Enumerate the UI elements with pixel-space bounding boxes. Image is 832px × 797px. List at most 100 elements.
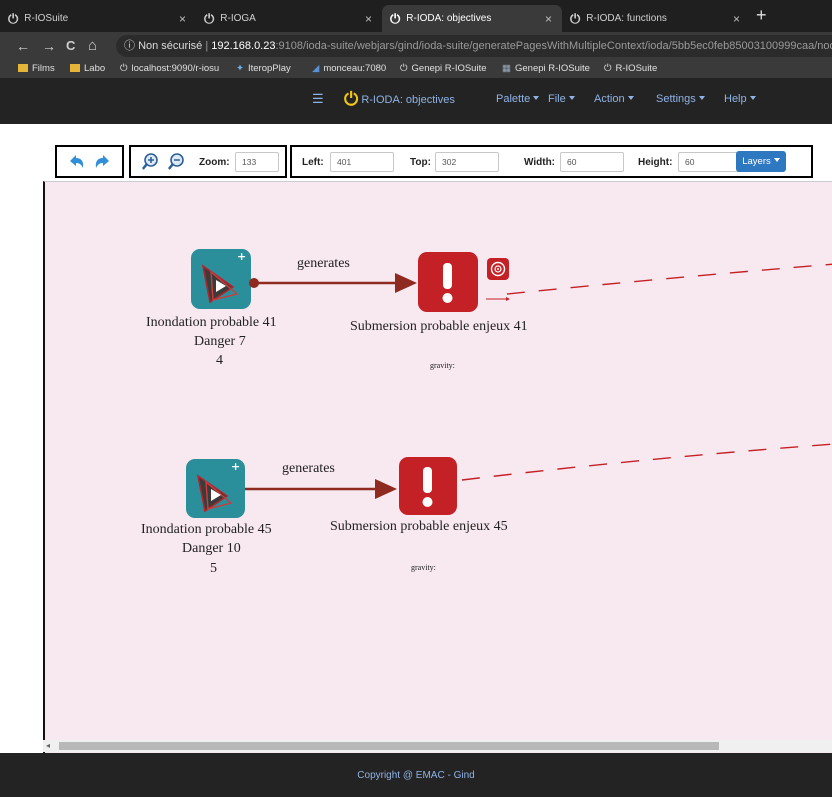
horizontal-scrollbar[interactable]: ◂ bbox=[43, 740, 832, 752]
menu-palette[interactable]: Palette bbox=[496, 93, 540, 105]
tab-r-ioda-functions[interactable]: ⏻ R-IODA: functions × bbox=[562, 5, 750, 32]
target-icon[interactable] bbox=[487, 258, 509, 280]
security-label: Non sécurisé bbox=[138, 40, 203, 52]
forward-button[interactable]: → bbox=[42, 36, 56, 56]
bookmark-localhost[interactable]: ⏻ localhost:9090/r-iosu bbox=[120, 61, 219, 77]
tab-title: R-IOSuite bbox=[24, 13, 69, 24]
info-icon[interactable]: ⓘ bbox=[124, 40, 135, 52]
gravity-label-2: gravity: bbox=[411, 563, 436, 572]
browser-tab-bar: ⏻ R-IOSuite × ⏻ R-IOGA × ⏻ R-IODA: objec… bbox=[0, 0, 832, 32]
diagram-canvas[interactable]: + + generates Inondation probable 41 Dan… bbox=[43, 181, 832, 753]
power-icon: ⏻ bbox=[120, 63, 128, 74]
layers-button[interactable]: Layers bbox=[736, 151, 786, 172]
url-host: 192.168.0.23 bbox=[211, 40, 276, 52]
redo-icon[interactable] bbox=[93, 152, 113, 172]
bookmark-iteropplay[interactable]: ✦ IteropPlay bbox=[236, 61, 291, 77]
tab-title: R-IODA: objectives bbox=[406, 13, 492, 24]
danger-node-2[interactable]: + bbox=[186, 459, 245, 518]
address-bar[interactable]: ⓘ Non sécurisé | 192.168.0.23:9108/ioda-… bbox=[116, 35, 832, 57]
image-icon: ▦ bbox=[502, 63, 511, 74]
width-label: Width: bbox=[524, 157, 556, 168]
edge-label-1: generates bbox=[297, 256, 350, 271]
folder-icon bbox=[70, 64, 80, 72]
bookmark-r-iosuite[interactable]: ⏻ R-IOSuite bbox=[604, 61, 657, 77]
danger-name-1: Inondation probable 41 bbox=[146, 315, 277, 330]
menu-file[interactable]: File bbox=[548, 93, 575, 105]
height-input[interactable]: 60 bbox=[678, 152, 742, 172]
power-icon: ⏻ bbox=[400, 63, 408, 74]
caret-down-icon bbox=[749, 96, 756, 100]
iteropplay-icon: ✦ bbox=[236, 63, 244, 74]
geometry-group: Left: 401 Top: 302 Width: 60 Height: 60 … bbox=[290, 145, 813, 178]
top-input[interactable]: 302 bbox=[435, 152, 499, 172]
zoom-input[interactable]: 133 bbox=[235, 152, 279, 172]
tab-r-iosuite[interactable]: ⏻ R-IOSuite × bbox=[0, 5, 196, 32]
footer: Copyright @ EMAC - Gind bbox=[0, 753, 832, 797]
target-name-1: Submersion probable enjeux 41 bbox=[350, 319, 528, 334]
power-icon: ⏻ bbox=[204, 10, 215, 26]
power-icon: ⏻ bbox=[604, 63, 612, 74]
menu-help[interactable]: Help bbox=[724, 93, 756, 105]
brand-link[interactable]: ⏻ R-IODA: objectives bbox=[344, 89, 455, 110]
tab-close-icon[interactable]: × bbox=[365, 12, 372, 26]
address-toolbar: ← → C ⌂ ⓘ Non sécurisé | 192.168.0.23:91… bbox=[0, 32, 832, 60]
power-icon: ⏻ bbox=[8, 10, 19, 26]
target-node-2[interactable] bbox=[399, 457, 457, 515]
bookmark-monceau[interactable]: ◢ monceau:7080 bbox=[312, 61, 386, 77]
zoom-in-icon[interactable] bbox=[140, 152, 160, 172]
dashed-link-2 bbox=[461, 443, 832, 481]
left-label: Left: bbox=[302, 157, 324, 168]
dashed-link-1 bbox=[506, 263, 832, 295]
feather-icon: ◢ bbox=[312, 63, 320, 74]
tab-close-icon[interactable]: × bbox=[179, 12, 186, 26]
caret-down-icon bbox=[773, 158, 780, 162]
target-node-1[interactable] bbox=[418, 252, 478, 312]
edge-label-2: generates bbox=[282, 461, 335, 476]
zoom-label: Zoom: bbox=[199, 157, 230, 168]
reload-button[interactable]: C bbox=[66, 36, 75, 56]
bookmark-genepi-1[interactable]: ⏻ Genepi R-IOSuite bbox=[400, 61, 487, 77]
zoom-group: Zoom: 133 bbox=[129, 145, 287, 178]
scroll-left-icon[interactable]: ◂ bbox=[46, 740, 50, 752]
diagram-graph: + + bbox=[186, 249, 832, 518]
new-tab-button[interactable]: + bbox=[756, 5, 767, 25]
danger-sub-2: Danger 10 bbox=[182, 541, 241, 556]
copyright-text: Copyright @ EMAC - Gind bbox=[357, 770, 475, 781]
tab-r-ioga[interactable]: ⏻ R-IOGA × bbox=[196, 5, 382, 32]
generates-edge-2[interactable] bbox=[245, 479, 397, 499]
bookmark-genepi-2[interactable]: ▦ Genepi R-IOSuite bbox=[502, 61, 590, 77]
tab-title: R-IOGA bbox=[220, 13, 256, 24]
small-arrow-icon bbox=[486, 297, 510, 301]
top-label: Top: bbox=[410, 157, 431, 168]
zoom-out-icon[interactable] bbox=[166, 152, 186, 172]
danger-num-1: 4 bbox=[216, 353, 223, 368]
tab-close-icon[interactable]: × bbox=[733, 12, 740, 26]
tab-close-icon[interactable]: × bbox=[545, 12, 552, 26]
danger-node-1[interactable]: + bbox=[191, 249, 251, 309]
url-path: :9108/ioda-suite/webjars/gind/ioda-suite… bbox=[275, 40, 832, 52]
menu-action[interactable]: Action bbox=[594, 93, 634, 105]
app-navbar: ☰ ⏻ R-IODA: objectives Palette File Acti… bbox=[0, 78, 832, 124]
target-name-2: Submersion probable enjeux 45 bbox=[330, 519, 508, 534]
tab-r-ioda-objectives[interactable]: ⏻ R-IODA: objectives × bbox=[382, 5, 562, 32]
home-button[interactable]: ⌂ bbox=[88, 36, 97, 56]
menu-settings[interactable]: Settings bbox=[656, 93, 705, 105]
back-button[interactable]: ← bbox=[16, 36, 30, 56]
url-separator: | bbox=[205, 40, 209, 52]
svg-text:+: + bbox=[237, 250, 246, 263]
tab-title: R-IODA: functions bbox=[586, 13, 667, 24]
power-icon: ⏻ bbox=[570, 10, 581, 26]
scrollbar-thumb[interactable] bbox=[59, 742, 719, 750]
generates-edge-1[interactable] bbox=[249, 273, 417, 293]
caret-down-icon bbox=[568, 96, 575, 100]
bookmark-labo[interactable]: Labo bbox=[70, 61, 105, 77]
brand-title: R-IODA: objectives bbox=[361, 94, 455, 106]
left-input[interactable]: 401 bbox=[330, 152, 394, 172]
danger-num-2: 5 bbox=[210, 561, 217, 576]
undo-icon[interactable] bbox=[66, 152, 86, 172]
bookmark-films[interactable]: Films bbox=[18, 61, 55, 77]
power-icon: ⏻ bbox=[344, 89, 359, 109]
undo-redo-group bbox=[55, 145, 124, 178]
menu-toggle-icon[interactable]: ☰ bbox=[312, 91, 324, 107]
width-input[interactable]: 60 bbox=[560, 152, 624, 172]
